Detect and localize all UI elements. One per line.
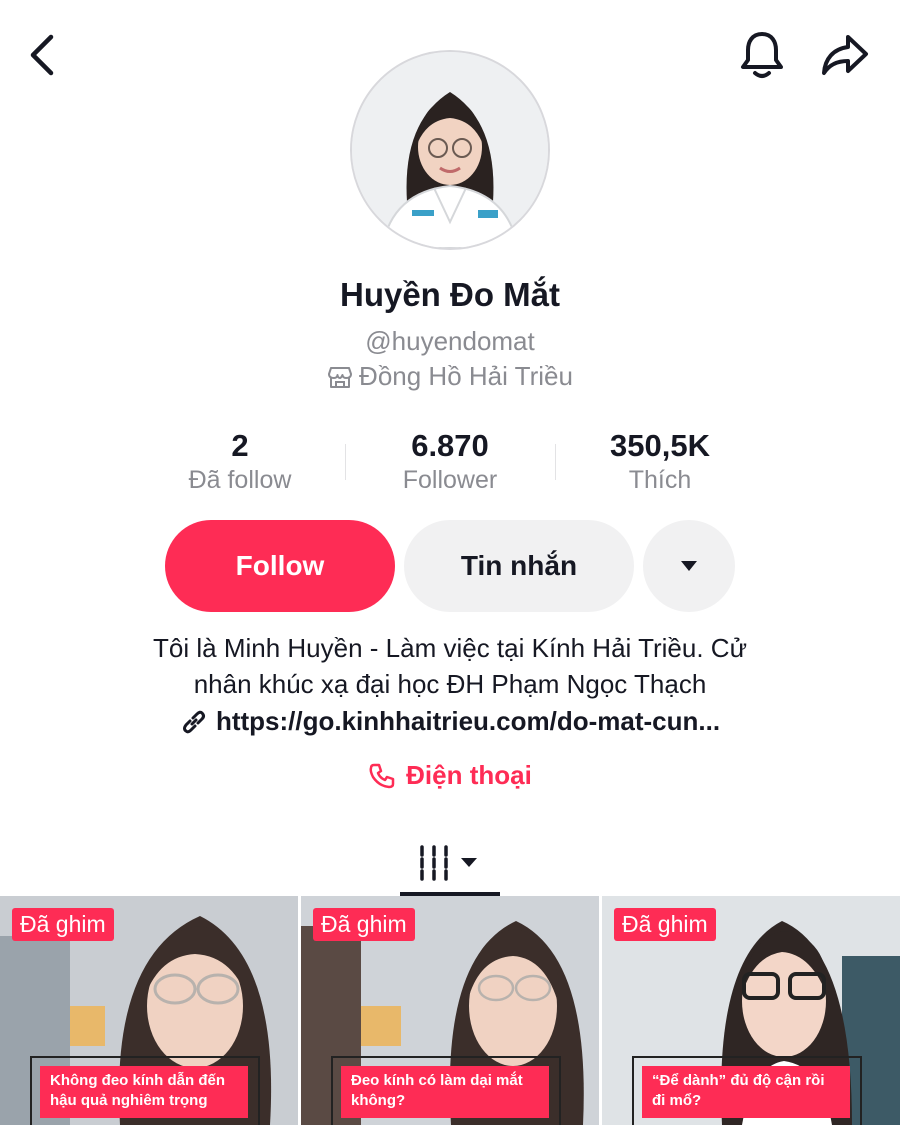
bio-line: nhân khúc xạ đại học ĐH Phạm Ngọc Thạch [193,669,707,699]
share-button[interactable] [818,28,872,82]
followers-count: 6.870 [411,428,489,463]
video-thumbnail[interactable]: Đã ghim Không đeo kính dẫn đến hậu quả n… [0,896,298,1125]
video-caption: Không đeo kính dẫn đến hậu quả nghiêm tr… [40,1066,248,1118]
likes-label: Thích [628,466,692,494]
video-thumbnail[interactable]: Đã ghim “Để dành” đủ độ cận rồi đi mổ? [602,896,900,1125]
likes-count: 350,5K [610,428,710,463]
video-caption: Đeo kính có làm dại mắt không? [341,1066,549,1118]
caret-down-icon [681,561,697,571]
message-button[interactable]: Tin nhắn [404,520,634,612]
bio-link-url: https://go.kinhhaitrieu.com/do-mat-cun..… [215,706,721,736]
following-count: 2 [231,428,249,463]
profile-name: Huyền Đo Mắt [339,276,560,313]
phone-button[interactable]: Điện thoại [0,760,900,791]
stat-divider [345,444,346,480]
phone-label: Điện thoại [406,760,532,790]
grid-icon [420,845,477,881]
bell-icon [741,32,783,78]
video-caption: “Để dành” đủ độ cận rồi đi mổ? [642,1066,850,1118]
tab-videos[interactable] [400,826,500,896]
profile-stats: 2 Đã follow 6.870 Follower 350,5K Thích [135,428,765,500]
back-button[interactable] [22,32,62,78]
suggested-accounts-button[interactable] [643,520,735,612]
pinned-badge: Đã ghim [12,908,114,941]
pinned-badge: Đã ghim [614,908,716,941]
shop-name: Đồng Hồ Hải Triều [359,361,573,391]
link-icon [182,710,205,733]
bio-line: Tôi là Minh Huyền - Làm việc tại Kính Hả… [153,633,747,663]
following-label: Đã follow [188,466,292,494]
share-icon [822,35,868,75]
bio-link[interactable]: https://go.kinhhaitrieu.com/do-mat-cun..… [0,706,900,737]
chevron-left-icon [30,34,54,76]
stat-followers[interactable]: 6.870 Follower [345,428,555,500]
profile-handle: @huyendomat [365,326,535,356]
stat-following[interactable]: 2 Đã follow [135,428,345,500]
follow-button[interactable]: Follow [165,520,395,612]
profile-bio: Tôi là Minh Huyền - Làm việc tại Kính Hả… [60,630,840,702]
shop-link[interactable]: Đồng Hồ Hải Triều [0,361,900,392]
profile-avatar[interactable] [350,50,550,250]
content-tab-bar [0,826,900,896]
stat-likes[interactable]: 350,5K Thích [555,428,765,500]
video-grid: Đã ghim Không đeo kính dẫn đến hậu quả n… [0,896,900,1125]
shop-icon [328,366,353,388]
notification-button[interactable] [736,28,788,82]
stat-divider [555,444,556,480]
video-thumbnail[interactable]: Đã ghim Đeo kính có làm dại mắt không? [301,896,599,1125]
avatar-image [352,52,548,248]
pinned-badge: Đã ghim [313,908,415,941]
followers-label: Follower [402,466,498,494]
phone-icon [369,763,395,788]
